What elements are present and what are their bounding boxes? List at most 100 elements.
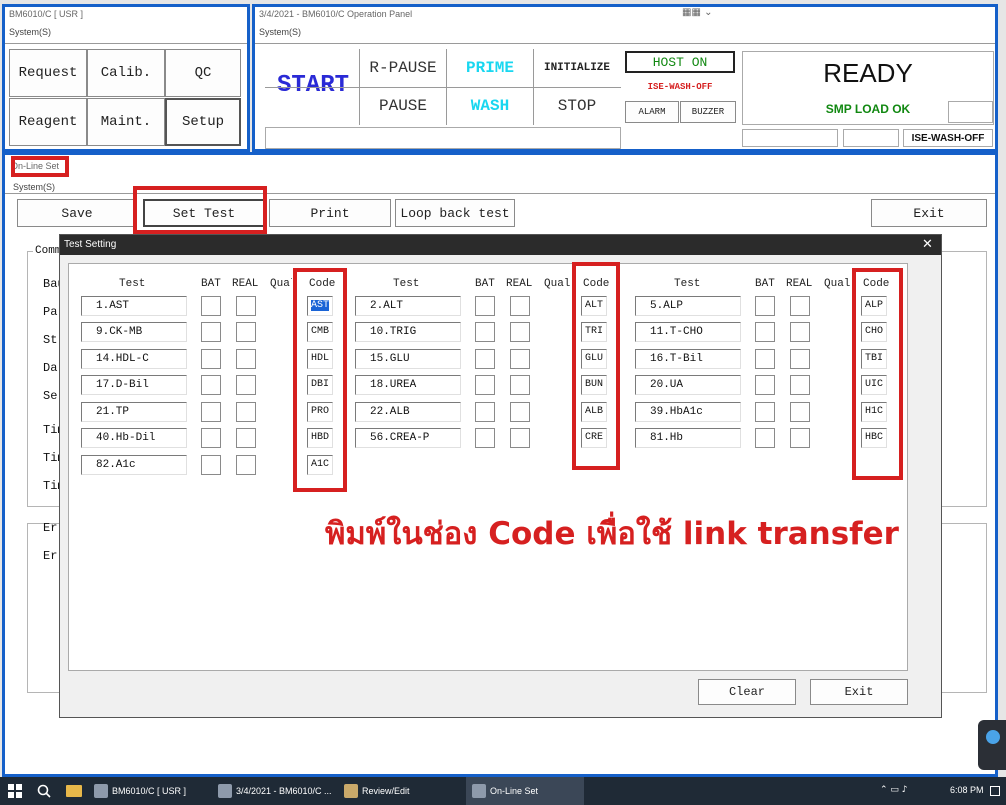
print-button[interactable]: Print — [269, 199, 391, 227]
host-on-indicator: HOST ON — [625, 51, 735, 73]
save-button[interactable]: Save — [17, 199, 137, 227]
test-name-field: 82.A1c — [81, 455, 187, 475]
system-tray-icons[interactable]: ⌃ ▭ ♪ — [880, 785, 908, 795]
dialog-exit-button[interactable]: Exit — [810, 679, 908, 705]
real-checkbox[interactable] — [790, 349, 810, 369]
buzzer-button[interactable]: BUZZER — [680, 101, 736, 123]
clock[interactable]: 6:08 PM — [950, 785, 984, 795]
bat-checkbox[interactable] — [201, 428, 221, 448]
window-controls[interactable]: ▦▦ ⌄ — [682, 7, 722, 19]
exit-button[interactable]: Exit — [871, 199, 987, 227]
bat-checkbox[interactable] — [475, 349, 495, 369]
bg-label: Er — [43, 549, 58, 563]
main-window: BM6010/C [ USR ] System(S) Request Calib… — [2, 4, 250, 152]
real-checkbox[interactable] — [236, 322, 256, 342]
real-checkbox[interactable] — [790, 322, 810, 342]
loop-back-test-button[interactable]: Loop back test — [395, 199, 515, 227]
operation-panel-menu[interactable]: System(S) — [259, 27, 301, 37]
search-icon[interactable] — [36, 783, 52, 799]
side-tab[interactable] — [978, 720, 1006, 770]
request-button[interactable]: Request — [9, 49, 87, 97]
bat-checkbox[interactable] — [201, 402, 221, 422]
taskbar-item-main[interactable]: BM6010/C [ USR ] — [94, 777, 206, 805]
bat-checkbox[interactable] — [475, 402, 495, 422]
real-checkbox[interactable] — [510, 402, 530, 422]
test-name-field: 39.HbA1c — [635, 402, 741, 422]
header-real: REAL — [232, 278, 259, 290]
real-checkbox[interactable] — [790, 402, 810, 422]
reagent-button[interactable]: Reagent — [9, 98, 87, 146]
command-input[interactable] — [265, 127, 621, 149]
real-checkbox[interactable] — [236, 375, 256, 395]
r-pause-button[interactable]: R-PAUSE — [360, 51, 446, 85]
bat-checkbox[interactable] — [201, 375, 221, 395]
prime-button[interactable]: PRIME — [447, 51, 533, 85]
real-checkbox[interactable] — [510, 375, 530, 395]
bat-checkbox[interactable] — [201, 455, 221, 475]
test-name-field: 16.T-Bil — [635, 349, 741, 369]
header-qual: Qual — [544, 278, 571, 290]
initialize-button[interactable]: INITIALIZE — [534, 51, 620, 85]
header-bat: BAT — [755, 278, 775, 290]
real-checkbox[interactable] — [236, 455, 256, 475]
clear-button[interactable]: Clear — [698, 679, 796, 705]
test-name-field: 9.CK-MB — [81, 322, 187, 342]
real-checkbox[interactable] — [236, 296, 256, 316]
real-checkbox[interactable] — [510, 322, 530, 342]
taskbar-item-review-edit[interactable]: Review/Edit — [344, 777, 456, 805]
windows-start-icon[interactable] — [8, 784, 22, 798]
bat-checkbox[interactable] — [475, 428, 495, 448]
bat-checkbox[interactable] — [475, 375, 495, 395]
code-column-highlight — [852, 268, 903, 480]
online-set-menu[interactable]: System(S) — [13, 182, 55, 192]
stop-button[interactable]: STOP — [534, 89, 620, 123]
bat-checkbox[interactable] — [755, 402, 775, 422]
bat-checkbox[interactable] — [475, 322, 495, 342]
real-checkbox[interactable] — [790, 375, 810, 395]
bat-checkbox[interactable] — [755, 375, 775, 395]
bat-checkbox[interactable] — [201, 349, 221, 369]
ise-wash-off-status: ISE-WASH-OFF — [903, 129, 993, 147]
bat-checkbox[interactable] — [475, 296, 495, 316]
maint-button[interactable]: Maint. — [87, 98, 165, 146]
notification-icon[interactable] — [990, 786, 1000, 796]
bat-checkbox[interactable] — [201, 296, 221, 316]
real-checkbox[interactable] — [236, 402, 256, 422]
taskbar-item-online-set[interactable]: On-Line Set — [466, 777, 584, 805]
status-box — [948, 101, 993, 123]
taskbar-item-label: Review/Edit — [362, 786, 410, 796]
bat-checkbox[interactable] — [755, 296, 775, 316]
qc-button[interactable]: QC — [165, 49, 241, 97]
real-checkbox[interactable] — [790, 428, 810, 448]
real-checkbox[interactable] — [790, 296, 810, 316]
header-real: REAL — [786, 278, 813, 290]
real-checkbox[interactable] — [510, 349, 530, 369]
real-checkbox[interactable] — [510, 296, 530, 316]
start-button[interactable]: START — [267, 67, 359, 103]
real-checkbox[interactable] — [236, 349, 256, 369]
app-icon — [218, 784, 232, 798]
main-window-menu[interactable]: System(S) — [9, 27, 51, 37]
pause-button[interactable]: PAUSE — [360, 89, 446, 123]
test-name-field: 17.D-Bil — [81, 375, 187, 395]
app-icon — [472, 784, 486, 798]
test-name-field: 15.GLU — [355, 349, 461, 369]
taskbar-item-operation-panel[interactable]: 3/4/2021 - BM6010/C ... — [218, 777, 338, 805]
alarm-button[interactable]: ALARM — [625, 101, 679, 123]
divider — [265, 87, 621, 88]
close-icon[interactable]: ✕ — [922, 237, 933, 252]
header-bat: BAT — [201, 278, 221, 290]
bat-checkbox[interactable] — [755, 428, 775, 448]
wash-button[interactable]: WASH — [447, 89, 533, 123]
file-explorer-icon[interactable] — [66, 785, 82, 797]
bg-label: St — [43, 333, 58, 347]
real-checkbox[interactable] — [236, 428, 256, 448]
real-checkbox[interactable] — [510, 428, 530, 448]
divider — [255, 43, 995, 44]
bat-checkbox[interactable] — [755, 322, 775, 342]
calib-button[interactable]: Calib. — [87, 49, 165, 97]
setup-button[interactable]: Setup — [165, 98, 241, 146]
bat-checkbox[interactable] — [201, 322, 221, 342]
annotation-text: พิมพ์ในช่อง Code เพื่อใช้ link transfer — [325, 516, 899, 552]
bat-checkbox[interactable] — [755, 349, 775, 369]
